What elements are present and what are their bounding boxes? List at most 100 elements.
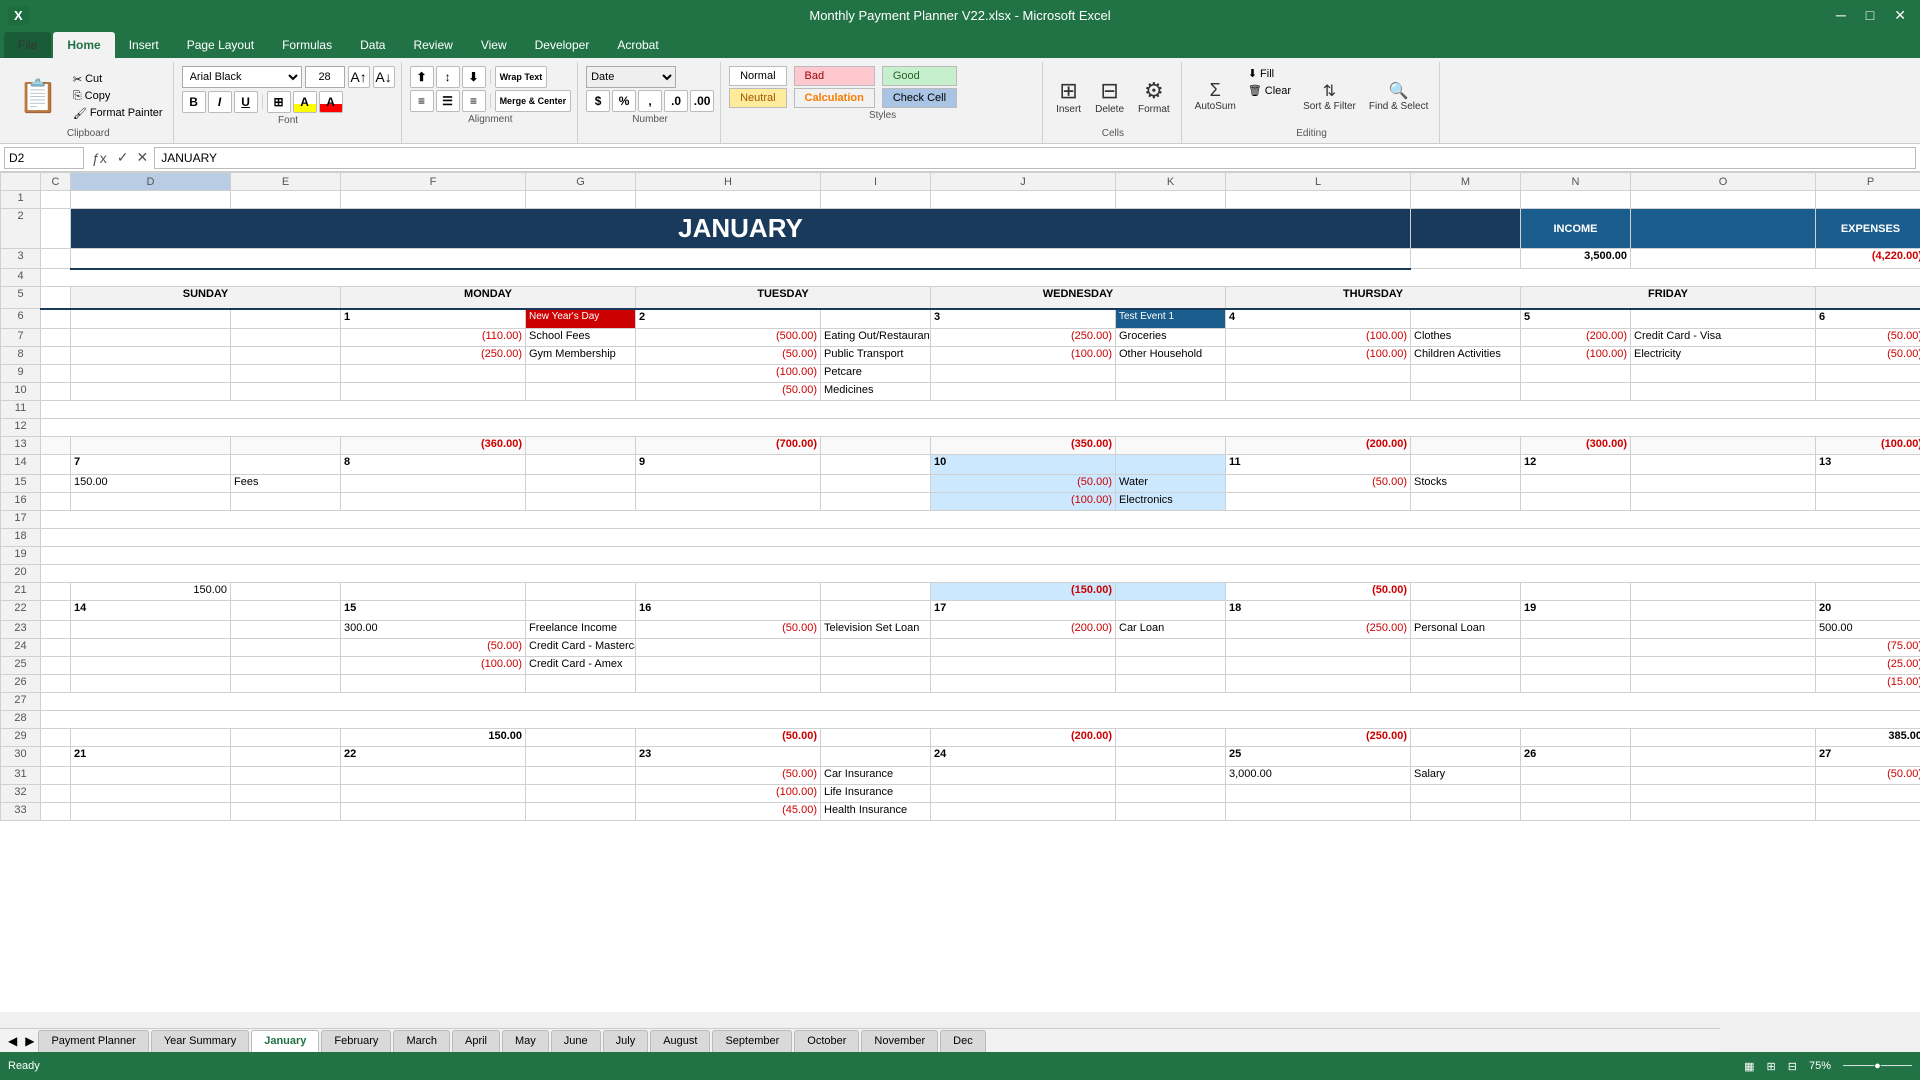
tab-march[interactable]: March xyxy=(393,1030,450,1052)
bold-button[interactable]: B xyxy=(182,91,206,113)
prev-sheet-btn[interactable]: ◀ xyxy=(4,1034,21,1048)
date-sat-w2[interactable]: 13 xyxy=(1816,455,1920,475)
tue-w4-exp1-desc[interactable]: Car Insurance xyxy=(821,767,931,785)
thu-w3-exp1-amt[interactable]: (250.00) xyxy=(1226,621,1411,639)
expenses-header[interactable]: EXPENSES xyxy=(1816,209,1920,249)
tab-home[interactable]: Home xyxy=(53,32,114,58)
thu-w1-exp2-desc[interactable]: Children Activities xyxy=(1411,347,1521,365)
page-break-icon[interactable]: ⊟ xyxy=(1788,1060,1797,1073)
sat-w3-exp4-amt[interactable]: (15.00) xyxy=(1816,675,1920,693)
close-btn[interactable]: ✕ xyxy=(1888,5,1912,26)
sat-w3-exp1-amt[interactable]: 500.00 xyxy=(1816,621,1920,639)
date-fri-w2[interactable]: 12 xyxy=(1521,455,1631,475)
date-sun-w1[interactable] xyxy=(71,309,231,329)
tab-developer[interactable]: Developer xyxy=(521,32,604,58)
underline-button[interactable]: U xyxy=(234,91,258,113)
mon-w1-total[interactable]: (360.00) xyxy=(341,437,526,455)
tue-w1-exp1-amt[interactable]: (500.00) xyxy=(636,329,821,347)
clear-button[interactable]: 🗑 Clear xyxy=(1244,83,1295,98)
date-thu-w1[interactable]: 4 xyxy=(1226,309,1411,329)
find-select-button[interactable]: 🔍 Find & Select xyxy=(1364,66,1433,126)
date-mon-w3[interactable]: 15 xyxy=(341,601,526,621)
date-wed-w2[interactable]: 10 xyxy=(931,455,1116,475)
date-mon-w2[interactable]: 8 xyxy=(341,455,526,475)
tab-dec[interactable]: Dec xyxy=(940,1030,986,1052)
tue-w4-exp3-amt[interactable]: (45.00) xyxy=(636,803,821,821)
align-top-btn[interactable]: ⬆ xyxy=(410,66,434,88)
wed-w1-exp2-desc[interactable]: Other Household xyxy=(1116,347,1226,365)
wed-w1-exp1-desc[interactable]: Groceries xyxy=(1116,329,1226,347)
date-sun-w2[interactable]: 7 xyxy=(71,455,231,475)
tue-w1-exp1-desc[interactable]: Eating Out/Restaurant xyxy=(821,329,931,347)
wrap-text-button[interactable]: Wrap Text xyxy=(495,66,548,88)
percent-btn[interactable]: % xyxy=(612,90,636,112)
delete-button[interactable]: ⊟ Delete xyxy=(1090,66,1129,126)
font-size-input[interactable] xyxy=(305,66,345,88)
wed-w2-exp1-amt[interactable]: (50.00) xyxy=(931,475,1116,493)
date-wed-w3[interactable]: 17 xyxy=(931,601,1116,621)
tab-august[interactable]: August xyxy=(650,1030,710,1052)
format-button[interactable]: ⚙ Format xyxy=(1133,66,1175,126)
tab-payment-planner[interactable]: Payment Planner xyxy=(38,1030,148,1052)
autosum-button[interactable]: Σ AutoSum xyxy=(1190,66,1241,126)
style-normal[interactable]: Normal xyxy=(729,66,786,86)
minimize-btn[interactable]: ─ xyxy=(1830,5,1852,26)
copy-button[interactable]: ⎘Copy xyxy=(69,89,167,104)
wed-w2-total[interactable]: (150.00) xyxy=(931,583,1116,601)
italic-button[interactable]: I xyxy=(208,91,232,113)
align-bottom-btn[interactable]: ⬇ xyxy=(462,66,486,88)
tue-w3-exp1-amt[interactable]: (50.00) xyxy=(636,621,821,639)
wed-w1-exp2-amt[interactable]: (100.00) xyxy=(931,347,1116,365)
col-K[interactable]: K xyxy=(1116,173,1226,191)
income-value[interactable]: 3,500.00 xyxy=(1521,249,1631,269)
date-thu-w4[interactable]: 25 xyxy=(1226,747,1411,767)
tab-november[interactable]: November xyxy=(861,1030,938,1052)
insert-button[interactable]: ⊞ Insert xyxy=(1051,66,1086,126)
align-center-btn[interactable]: ☰ xyxy=(436,90,460,112)
mon-w1-exp1-amt[interactable]: (110.00) xyxy=(341,329,526,347)
col-L[interactable]: L xyxy=(1226,173,1411,191)
mon-w1-exp1-desc[interactable]: School Fees xyxy=(526,329,636,347)
mon-w3-exp1-desc[interactable]: Credit Card - Mastercard xyxy=(526,639,636,657)
thu-w2-exp1-desc[interactable]: Stocks xyxy=(1411,475,1521,493)
tue-w4-exp2-desc[interactable]: Life Insurance xyxy=(821,785,931,803)
next-sheet-btn[interactable]: ▶ xyxy=(21,1034,38,1048)
fri-w1-total[interactable]: (300.00) xyxy=(1521,437,1631,455)
tab-may[interactable]: May xyxy=(502,1030,549,1052)
thu-w3-exp1-desc[interactable]: Personal Loan xyxy=(1411,621,1521,639)
mon-w1-exp2-amt[interactable]: (250.00) xyxy=(341,347,526,365)
col-O[interactable]: O xyxy=(1631,173,1816,191)
col-E[interactable]: E xyxy=(231,173,341,191)
merge-center-button[interactable]: Merge & Center xyxy=(495,90,572,112)
mon-w3-exp2-amt[interactable]: (100.00) xyxy=(341,657,526,675)
income-header[interactable]: INCOME xyxy=(1521,209,1631,249)
date-fri-w4[interactable]: 26 xyxy=(1521,747,1631,767)
thu-w2-exp1-amt[interactable]: (50.00) xyxy=(1226,475,1411,493)
mon-w3-total[interactable]: 150.00 xyxy=(341,729,526,747)
date-tue-w3[interactable]: 16 xyxy=(636,601,821,621)
thu-w4-income-amt[interactable]: 3,000.00 xyxy=(1226,767,1411,785)
mon-w1-exp2-desc[interactable]: Gym Membership xyxy=(526,347,636,365)
style-check-cell[interactable]: Check Cell xyxy=(882,88,957,108)
tab-view[interactable]: View xyxy=(467,32,521,58)
cut-button[interactable]: ✂Cut xyxy=(69,72,167,87)
col-C[interactable]: C xyxy=(41,173,71,191)
date-thu-w2[interactable]: 11 xyxy=(1226,455,1411,475)
mon-w3-exp2-desc[interactable]: Credit Card - Amex xyxy=(526,657,636,675)
tue-w3-total[interactable]: (50.00) xyxy=(636,729,821,747)
fri-w1-exp1-amt[interactable]: (200.00) xyxy=(1521,329,1631,347)
tab-data[interactable]: Data xyxy=(346,32,399,58)
wed-w1-total[interactable]: (350.00) xyxy=(931,437,1116,455)
tab-year-summary[interactable]: Year Summary xyxy=(151,1030,249,1052)
tue-w1-exp4-amt[interactable]: (50.00) xyxy=(636,383,821,401)
wed-w2-exp2-desc[interactable]: Electronics xyxy=(1116,493,1226,511)
sat-w1-exp2-amt[interactable]: (50.00) xyxy=(1816,347,1920,365)
thu-w1-exp1-desc[interactable]: Clothes xyxy=(1411,329,1521,347)
normal-view-icon[interactable]: ▦ xyxy=(1744,1060,1754,1073)
tue-w1-exp2-desc[interactable]: Public Transport xyxy=(821,347,931,365)
cell-reference-input[interactable] xyxy=(4,147,84,169)
sun-w2-total[interactable]: 150.00 xyxy=(71,583,231,601)
wed-w3-exp1-amt[interactable]: (200.00) xyxy=(931,621,1116,639)
event-newyear[interactable]: New Year's Day xyxy=(526,309,636,329)
date-tue-w4[interactable]: 23 xyxy=(636,747,821,767)
